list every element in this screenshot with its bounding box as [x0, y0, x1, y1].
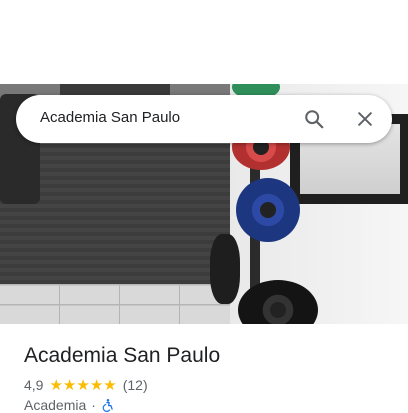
- search-icon: [305, 110, 324, 129]
- separator: ·: [91, 397, 96, 413]
- star-icon: ★: [62, 376, 77, 394]
- review-count[interactable]: (12): [123, 377, 148, 393]
- search-bar[interactable]: Academia San Paulo: [16, 95, 392, 143]
- place-category: Academia: [24, 397, 87, 413]
- top-blank-area: [0, 0, 408, 84]
- star-icon: ★: [76, 376, 90, 394]
- place-info-panel: Academia San Paulo 4,9 ★ ★ ★ ★ ★ (12) Ac…: [0, 324, 408, 413]
- wheelchair-accessible-icon: [102, 399, 113, 412]
- photo-blue-plate: [236, 178, 300, 242]
- rating-value: 4,9: [24, 377, 44, 393]
- photo-black-plate: [210, 234, 240, 304]
- photo-tiles: [0, 284, 230, 324]
- star-icon: ★: [49, 376, 63, 394]
- search-input[interactable]: Academia San Paulo: [40, 109, 180, 126]
- category-row: Academia ·: [24, 397, 115, 413]
- rating-stars: ★ ★ ★ ★ ★: [49, 378, 116, 393]
- star-icon: ★: [89, 376, 104, 394]
- rating-row[interactable]: 4,9 ★ ★ ★ ★ ★ (12): [24, 376, 148, 394]
- close-button[interactable]: [353, 107, 377, 131]
- place-title: Academia San Paulo: [24, 344, 221, 367]
- search-button[interactable]: [302, 107, 326, 131]
- star-icon: ★: [103, 376, 117, 394]
- close-icon: [358, 112, 372, 126]
